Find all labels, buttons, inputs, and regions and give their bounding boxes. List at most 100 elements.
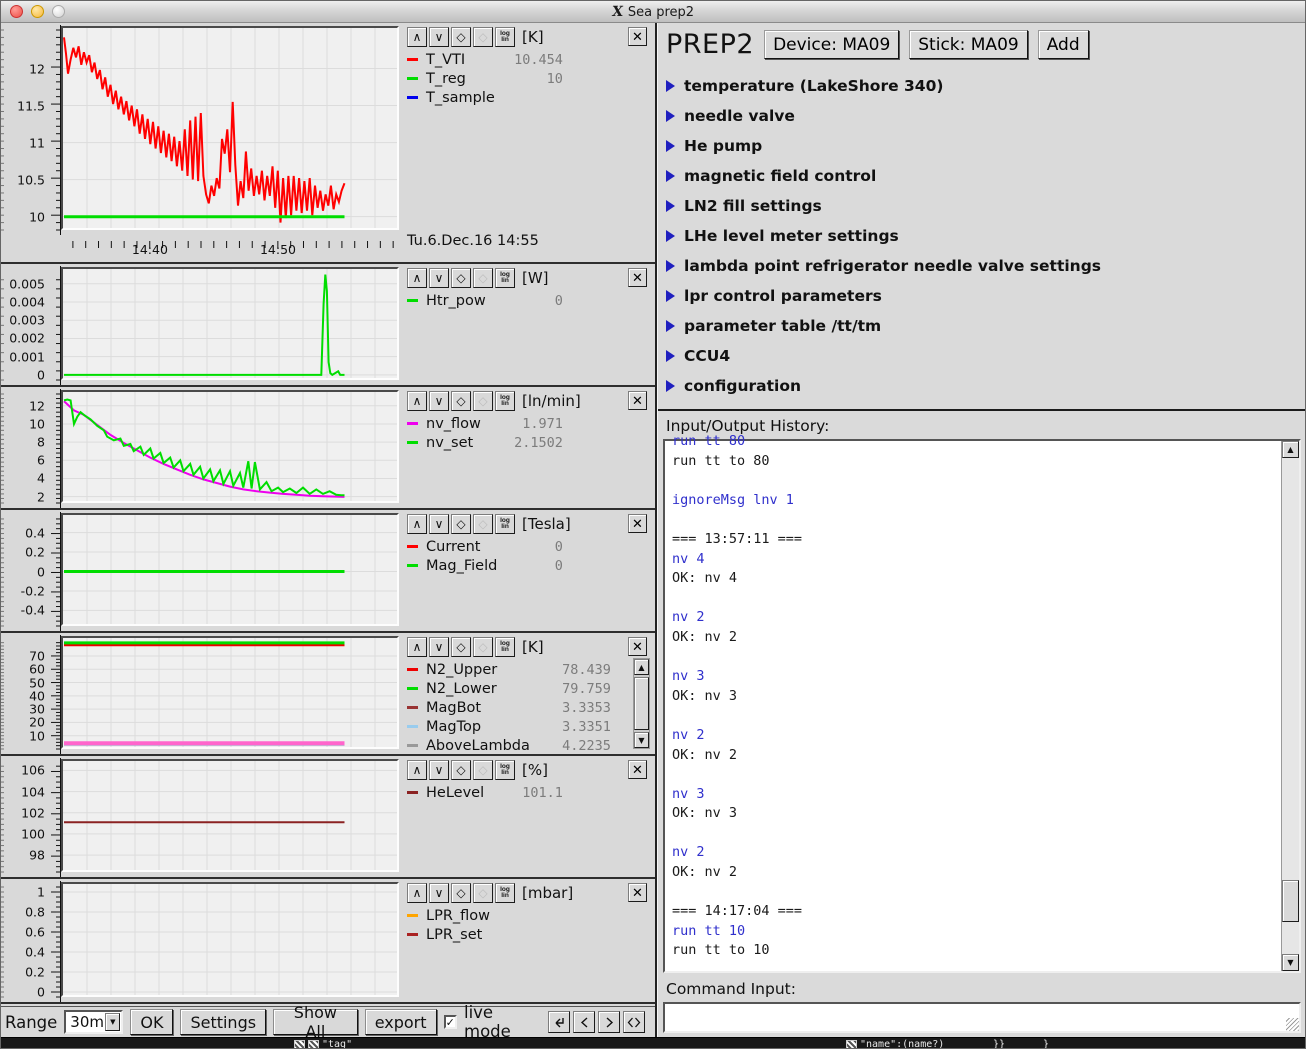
resize-grip-icon[interactable] xyxy=(1286,1018,1299,1031)
autoscale-button[interactable]: ◇ xyxy=(451,760,471,780)
io-history-scrollbar[interactable]: ▲ ▼ xyxy=(1281,441,1299,971)
scale-up-button[interactable]: ∧ xyxy=(407,391,427,411)
scale-down-button[interactable]: ∨ xyxy=(429,760,449,780)
scrollbar-thumb[interactable] xyxy=(634,677,649,730)
expand-range-button[interactable] xyxy=(623,1011,645,1033)
scale-up-button[interactable]: ∧ xyxy=(407,514,427,534)
autoscale-once-button[interactable]: ◇ xyxy=(473,760,493,780)
scale-down-button[interactable]: ∨ xyxy=(429,637,449,657)
history-line: run tt to 10 xyxy=(672,941,1281,961)
triangle-right-icon[interactable] xyxy=(666,170,675,182)
tree-item-magnetic[interactable]: magnetic field control xyxy=(666,161,1299,191)
log-lin-toggle-button[interactable]: loglin xyxy=(495,27,515,47)
scale-up-button[interactable]: ∧ xyxy=(407,637,427,657)
triangle-right-icon[interactable] xyxy=(666,350,675,362)
scrollbar-track[interactable] xyxy=(634,675,649,732)
live-mode-checkbox[interactable]: ✓ xyxy=(444,1015,457,1029)
history-line: OK: nv 2 xyxy=(672,628,1281,648)
chevron-down-icon[interactable]: ▼ xyxy=(105,1013,120,1031)
autoscale-once-button[interactable]: ◇ xyxy=(473,27,493,47)
scroll-right-button[interactable] xyxy=(598,1011,620,1033)
autoscale-button[interactable]: ◇ xyxy=(451,391,471,411)
add-button[interactable]: Add xyxy=(1038,30,1089,59)
reload-button[interactable] xyxy=(548,1011,570,1033)
autoscale-button[interactable]: ◇ xyxy=(451,27,471,47)
scale-down-button[interactable]: ∨ xyxy=(429,883,449,903)
tree-item-parameter[interactable]: parameter table /tt/tm xyxy=(666,311,1299,341)
triangle-right-icon[interactable] xyxy=(666,200,675,212)
scale-down-button[interactable]: ∨ xyxy=(429,514,449,534)
close-chart-button[interactable]: ✕ xyxy=(628,514,647,533)
scrollbar-track[interactable] xyxy=(1282,458,1299,954)
unit-label: [mbar] xyxy=(522,884,573,902)
scale-up-button[interactable]: ∧ xyxy=(407,760,427,780)
tree-item-configuration[interactable]: configuration xyxy=(666,371,1299,401)
command-input-field[interactable] xyxy=(665,1004,1299,1031)
scale-up-button[interactable]: ∧ xyxy=(407,883,427,903)
triangle-right-icon[interactable] xyxy=(666,380,675,392)
stick-button[interactable]: Stick: MA09 xyxy=(909,30,1027,59)
triangle-right-icon[interactable] xyxy=(666,320,675,332)
log-lin-toggle-button[interactable]: loglin xyxy=(495,268,515,288)
tree-item-lhe[interactable]: LHe level meter settings xyxy=(666,221,1299,251)
tree-item-lpr[interactable]: lpr control parameters xyxy=(666,281,1299,311)
scroll-down-icon[interactable]: ▼ xyxy=(634,732,649,748)
autoscale-once-button[interactable]: ◇ xyxy=(473,637,493,657)
triangle-right-icon[interactable] xyxy=(666,140,675,152)
device-button[interactable]: Device: MA09 xyxy=(764,30,899,59)
autoscale-button[interactable]: ◇ xyxy=(451,268,471,288)
legend-scrollbar[interactable]: ▲▼ xyxy=(633,658,650,749)
autoscale-button[interactable]: ◇ xyxy=(451,883,471,903)
tree-item-he[interactable]: He pump xyxy=(666,131,1299,161)
close-chart-button[interactable]: ✕ xyxy=(628,27,647,46)
log-lin-toggle-button[interactable]: loglin xyxy=(495,514,515,534)
settings-button[interactable]: Settings xyxy=(180,1009,266,1035)
scale-up-button[interactable]: ∧ xyxy=(407,268,427,288)
scrollbar-thumb[interactable] xyxy=(1282,880,1299,922)
y-axis: 00.20.40.60.81 xyxy=(1,879,61,1002)
autoscale-once-button[interactable]: ◇ xyxy=(473,883,493,903)
scroll-up-icon[interactable]: ▲ xyxy=(1282,441,1299,458)
log-lin-toggle-button[interactable]: loglin xyxy=(495,760,515,780)
scroll-up-icon[interactable]: ▲ xyxy=(634,659,649,675)
close-chart-button[interactable]: ✕ xyxy=(628,883,647,902)
scroll-down-icon[interactable]: ▼ xyxy=(1282,954,1299,971)
chart-control-zone: ∧∨◇◇loglin[Tesla]✕Current 0Mag_Field 0 xyxy=(399,510,655,631)
autoscale-button[interactable]: ◇ xyxy=(451,637,471,657)
close-chart-button[interactable]: ✕ xyxy=(628,637,647,656)
close-chart-button[interactable]: ✕ xyxy=(628,268,647,287)
triangle-right-icon[interactable] xyxy=(666,80,675,92)
log-lin-toggle-button[interactable]: loglin xyxy=(495,883,515,903)
show-all-button[interactable]: Show All xyxy=(273,1009,358,1035)
close-chart-button[interactable]: ✕ xyxy=(628,760,647,779)
tree-item-lambda[interactable]: lambda point refrigerator needle valve s… xyxy=(666,251,1299,281)
scale-down-button[interactable]: ∨ xyxy=(429,27,449,47)
io-history-text[interactable]: run tt 80run tt to 80 ignoreMsg lnv 1 ==… xyxy=(665,432,1281,971)
scale-down-button[interactable]: ∨ xyxy=(429,268,449,288)
range-select[interactable]: 30m ▼ xyxy=(64,1010,123,1034)
autoscale-once-button[interactable]: ◇ xyxy=(473,391,493,411)
tree-item-ccu4[interactable]: CCU4 xyxy=(666,341,1299,371)
autoscale-once-button[interactable]: ◇ xyxy=(473,268,493,288)
scale-down-button[interactable]: ∨ xyxy=(429,391,449,411)
close-chart-button[interactable]: ✕ xyxy=(628,391,647,410)
triangle-right-icon[interactable] xyxy=(666,290,675,302)
range-value: 30m xyxy=(66,1013,105,1031)
log-lin-toggle-button[interactable]: loglin xyxy=(495,391,515,411)
triangle-right-icon[interactable] xyxy=(666,260,675,272)
tree-item-needle[interactable]: needle valve xyxy=(666,101,1299,131)
log-lin-toggle-button[interactable]: loglin xyxy=(495,637,515,657)
ok-button[interactable]: OK xyxy=(130,1009,173,1035)
tree-item-ln2[interactable]: LN2 fill settings xyxy=(666,191,1299,221)
triangle-right-icon[interactable] xyxy=(666,230,675,242)
export-button[interactable]: export xyxy=(365,1009,437,1035)
legend-series-value: 1.971 xyxy=(506,416,563,432)
scroll-left-button[interactable] xyxy=(573,1011,595,1033)
chart-legend: HeLevel 101.1 xyxy=(407,783,651,802)
triangle-right-icon[interactable] xyxy=(666,110,675,122)
autoscale-button[interactable]: ◇ xyxy=(451,514,471,534)
scale-up-button[interactable]: ∧ xyxy=(407,27,427,47)
history-line: run tt to 80 xyxy=(672,452,1281,472)
autoscale-once-button[interactable]: ◇ xyxy=(473,514,493,534)
tree-item-temperature[interactable]: temperature (LakeShore 340) xyxy=(666,71,1299,101)
